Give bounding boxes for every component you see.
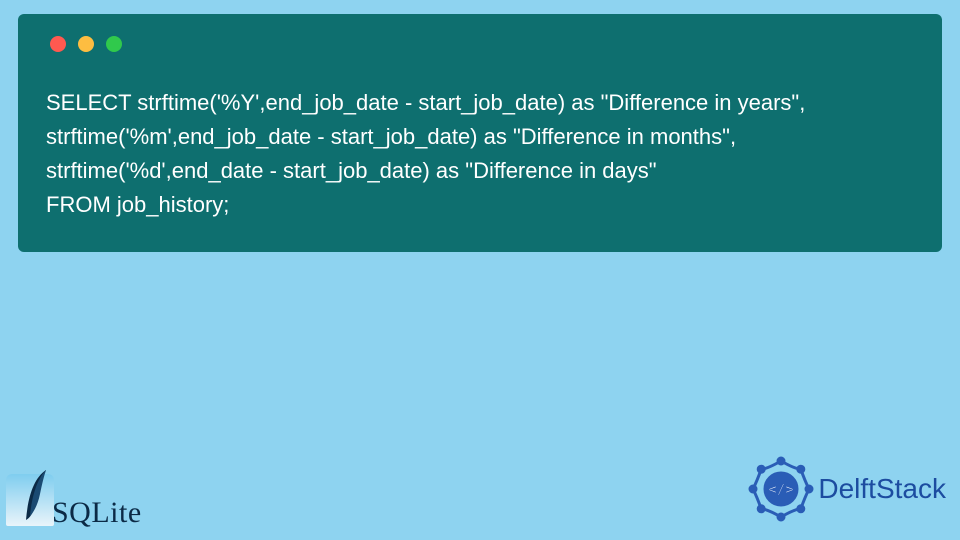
sqlite-logo: SQLite: [6, 474, 142, 526]
code-line: SELECT strftime('%Y',end_job_date - star…: [46, 86, 914, 120]
window-maximize-dot: [106, 36, 122, 52]
sqlite-badge-icon: [6, 474, 54, 526]
delftstack-label: DelftStack: [818, 473, 946, 505]
window-controls: [50, 36, 914, 52]
delftstack-badge-icon: </>: [748, 456, 814, 522]
code-block: SELECT strftime('%Y',end_job_date - star…: [18, 14, 942, 252]
window-minimize-dot: [78, 36, 94, 52]
code-line: strftime('%m',end_job_date - start_job_d…: [46, 120, 914, 154]
code-content: SELECT strftime('%Y',end_job_date - star…: [46, 86, 914, 222]
sqlite-label: SQLite: [52, 496, 142, 530]
svg-text:</>: </>: [769, 482, 794, 498]
code-line: strftime('%d',end_date - start_job_date)…: [46, 154, 914, 188]
code-line: FROM job_history;: [46, 188, 914, 222]
delftstack-logo: </> DelftStack: [748, 456, 946, 522]
window-close-dot: [50, 36, 66, 52]
